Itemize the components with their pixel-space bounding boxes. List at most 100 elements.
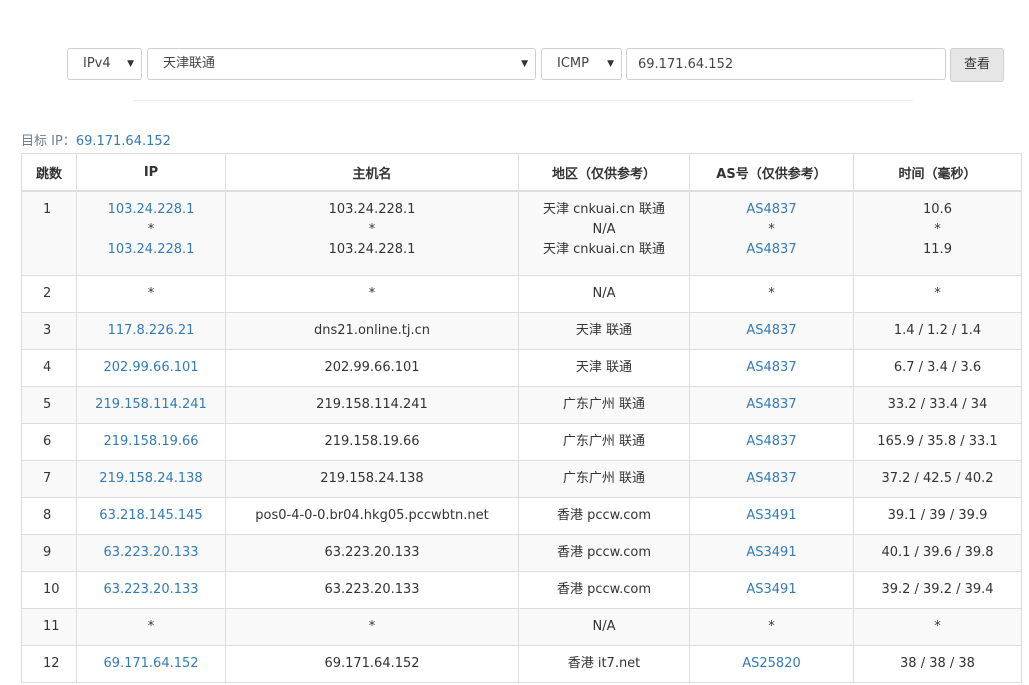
hop-number: 10: [21, 571, 77, 609]
host-value: 69.171.64.152: [324, 656, 420, 671]
host-value: 103.24.228.1: [328, 202, 416, 217]
as-link[interactable]: AS25820: [690, 654, 853, 674]
time-value: 11.9: [923, 242, 952, 257]
ip-link[interactable]: 63.223.20.133: [77, 580, 225, 600]
region-value: 天津 cnkuai.cn 联通: [542, 202, 666, 217]
region-value: 天津 联通: [575, 360, 633, 375]
region-cell: 广东广州 联通: [518, 386, 690, 424]
table-row: 4 202.99.66.101 202.99.66.101 天津 联通 AS4837 6.…: [21, 349, 1022, 387]
time-value: 1.4 / 1.2 / 1.4: [893, 323, 982, 338]
as-cell: AS3491: [689, 571, 854, 609]
protocol-version-select[interactable]: IPv4 ▼: [67, 48, 142, 80]
region-cell: 广东广州 联通: [518, 460, 690, 498]
region-value: 天津 联通: [575, 323, 633, 338]
host-value: 63.223.20.133: [324, 582, 420, 597]
target-ip-input[interactable]: [626, 48, 946, 80]
as-cell: AS4837: [689, 460, 854, 498]
hostname-cell: dns21.online.tj.cn: [225, 312, 519, 350]
ip-cell: 63.218.145.145: [76, 497, 226, 535]
as-cell: AS4837: [689, 423, 854, 461]
time-cell: 6.7 / 3.4 / 3.6: [853, 349, 1022, 387]
table-row: 2 * * N/A * *: [21, 275, 1022, 313]
hop-number: 7: [21, 460, 77, 498]
ip-cell: 63.223.20.133: [76, 534, 226, 572]
divider: [133, 100, 913, 101]
hostname-cell: *: [225, 275, 519, 313]
table-row: 9 63.223.20.133 63.223.20.133 香港 pccw.com AS…: [21, 534, 1022, 572]
hop-number: 2: [21, 275, 77, 313]
ip-link[interactable]: 69.171.64.152: [77, 654, 225, 674]
region-value: 香港 pccw.com: [556, 545, 651, 560]
ip-link[interactable]: 63.218.145.145: [77, 506, 225, 526]
as-link[interactable]: AS4837: [690, 469, 853, 489]
table-row: 12 69.171.64.152 69.171.64.152 香港 it7.net AS…: [21, 645, 1022, 683]
time-value: 38 / 38 / 38: [900, 656, 975, 671]
host-value: *: [368, 619, 376, 634]
as-link[interactable]: AS4837: [690, 432, 853, 452]
hop-number: 6: [21, 423, 77, 461]
as-link[interactable]: AS4837: [690, 321, 853, 341]
as-link[interactable]: AS4837: [690, 358, 853, 378]
ip-link[interactable]: 219.158.114.241: [77, 395, 225, 415]
as-link[interactable]: AS4837: [690, 395, 853, 415]
target-ip-link[interactable]: 69.171.64.152: [76, 134, 171, 149]
table-row: 8 63.218.145.145 pos0-4-0-0.br04.hkg05.pcc…: [21, 497, 1022, 535]
region-value: 广东广州 联通: [562, 397, 646, 412]
hostname-cell: 69.171.64.152: [225, 645, 519, 683]
time-value: 6.7 / 3.4 / 3.6: [893, 360, 982, 375]
method-value: ICMP: [557, 56, 589, 71]
ip-link[interactable]: 103.24.228.1: [77, 240, 225, 260]
ip-link[interactable]: 219.158.19.66: [77, 432, 225, 452]
as-cell: AS25820: [689, 645, 854, 683]
ip-cell: *: [76, 275, 226, 313]
node-value: 天津联通: [163, 56, 216, 71]
hostname-cell: 103.24.228.1 * 103.24.228.1: [225, 190, 519, 276]
column-header-hostname: 主机名: [225, 153, 519, 192]
ip-link[interactable]: 63.223.20.133: [77, 543, 225, 563]
region-cell: 广东广州 联通: [518, 423, 690, 461]
time-value: 37.2 / 42.5 / 40.2: [881, 471, 994, 486]
time-value: 165.9 / 35.8 / 33.1: [877, 434, 998, 449]
hostname-cell: 219.158.114.241: [225, 386, 519, 424]
region-value: 香港 pccw.com: [556, 582, 651, 597]
ip-link[interactable]: 219.158.24.138: [77, 469, 225, 489]
region-value: N/A: [592, 222, 616, 237]
region-cell: N/A: [518, 275, 690, 313]
region-value: 天津 cnkuai.cn 联通: [542, 242, 666, 257]
time-value: 39.1 / 39 / 39.9: [887, 508, 988, 523]
table-row: 10 63.223.20.133 63.223.20.133 香港 pccw.com A…: [21, 571, 1022, 609]
hop-number: 3: [21, 312, 77, 350]
time-value: *: [934, 286, 941, 301]
as-link[interactable]: AS3491: [690, 543, 853, 563]
region-cell: 天津 联通: [518, 349, 690, 387]
host-value: 63.223.20.133: [324, 545, 420, 560]
protocol-version-value: IPv4: [83, 56, 111, 71]
as-link[interactable]: AS3491: [690, 506, 853, 526]
ip-link[interactable]: 202.99.66.101: [77, 358, 225, 378]
hostname-cell: 63.223.20.133: [225, 571, 519, 609]
ip-link[interactable]: 117.8.226.21: [77, 321, 225, 341]
hostname-cell: 63.223.20.133: [225, 534, 519, 572]
region-value: 广东广州 联通: [562, 471, 646, 486]
host-value: 219.158.19.66: [324, 434, 420, 449]
as-link[interactable]: AS3491: [690, 580, 853, 600]
time-value: *: [934, 222, 941, 237]
as-link[interactable]: AS4837: [690, 240, 853, 260]
table-row: 6 219.158.19.66 219.158.19.66 广东广州 联通 AS4837…: [21, 423, 1022, 461]
as-value: *: [768, 286, 775, 301]
hop-number: 5: [21, 386, 77, 424]
ip-cell: 219.158.19.66: [76, 423, 226, 461]
as-cell: *: [689, 275, 854, 313]
ip-cell: 202.99.66.101: [76, 349, 226, 387]
region-value: 广东广州 联通: [562, 434, 646, 449]
query-button[interactable]: 查看: [950, 48, 1004, 82]
ip-link[interactable]: 103.24.228.1: [77, 200, 225, 220]
node-select[interactable]: 天津联通 ▼: [147, 48, 536, 80]
method-select[interactable]: ICMP ▼: [541, 48, 622, 80]
as-link[interactable]: AS4837: [690, 200, 853, 220]
hop-number: 4: [21, 349, 77, 387]
time-cell: 33.2 / 33.4 / 34: [853, 386, 1022, 424]
time-cell: *: [853, 275, 1022, 313]
hostname-cell: 219.158.24.138: [225, 460, 519, 498]
time-cell: 165.9 / 35.8 / 33.1: [853, 423, 1022, 461]
